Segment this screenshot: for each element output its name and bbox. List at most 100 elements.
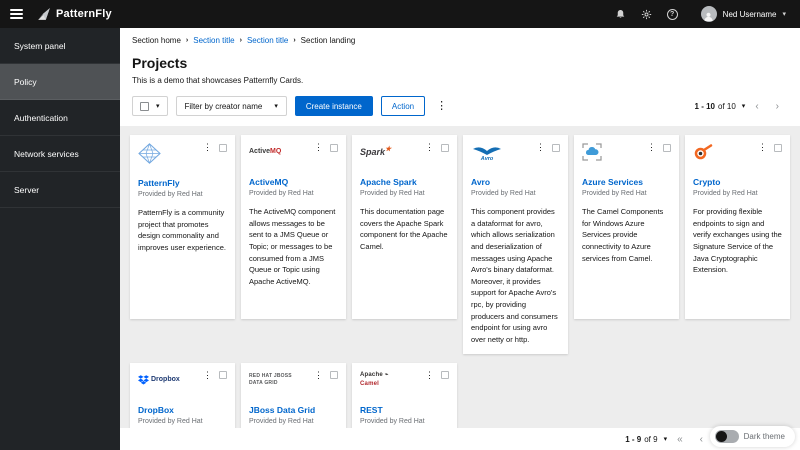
breadcrumb-item[interactable]: › Section title bbox=[240, 36, 289, 45]
page-header: › Section home › Section title › Section… bbox=[120, 28, 800, 126]
card-title-link[interactable]: JBoss Data Grid bbox=[249, 405, 338, 415]
card-kebab-menu-icon[interactable]: ⋮ bbox=[203, 143, 212, 152]
card-checkbox[interactable] bbox=[219, 371, 227, 379]
breadcrumb-separator-icon: › bbox=[239, 37, 242, 44]
card-kebab-menu-icon[interactable]: ⋮ bbox=[758, 143, 767, 152]
card-provider: Provided by Red Hat bbox=[693, 190, 758, 197]
card-gallery: ⋮ PatternFly Provided by Red Hat Pattern… bbox=[120, 126, 800, 428]
spark-logo: Spark★ bbox=[360, 146, 392, 158]
card-provider: Provided by Red Hat bbox=[138, 191, 203, 198]
card-checkbox[interactable] bbox=[441, 143, 449, 152]
sidebar-item[interactable]: Policy bbox=[0, 64, 120, 100]
first-page-button[interactable]: « bbox=[670, 434, 690, 445]
masthead: PatternFly ? Ned Username ▾ bbox=[0, 0, 800, 28]
chevron-down-icon: ▾ bbox=[274, 103, 278, 110]
project-card: Dropbox ⋮ DropBox Provided by Red Hat Th… bbox=[130, 362, 235, 428]
card-provider: Provided by Red Hat bbox=[582, 190, 647, 197]
theme-switcher: Dark theme bbox=[709, 426, 795, 447]
avro-logo: Avro bbox=[471, 143, 503, 161]
card-title-link[interactable]: Azure Services bbox=[582, 177, 671, 187]
pagination-total: of 10 bbox=[718, 101, 736, 111]
card-provider: Provided by Red Hat bbox=[249, 190, 314, 197]
card-checkbox[interactable] bbox=[552, 143, 560, 152]
dark-theme-toggle[interactable] bbox=[714, 430, 739, 443]
avatar bbox=[700, 6, 717, 22]
card-title-link[interactable]: PatternFly bbox=[138, 178, 227, 188]
next-page-button[interactable]: › bbox=[769, 101, 786, 112]
card-kebab-menu-icon[interactable]: ⋮ bbox=[425, 370, 434, 380]
toolbar: ▾ Filter by creator name ▾ Create instan… bbox=[132, 96, 786, 116]
card-kebab-menu-icon[interactable]: ⋮ bbox=[314, 143, 323, 152]
chevron-down-icon: ▾ bbox=[782, 11, 786, 18]
card-description: For providing flexible endpoints to sign… bbox=[693, 207, 782, 275]
pagination-menu-toggle[interactable]: ▾ bbox=[664, 435, 668, 443]
card-kebab-menu-icon[interactable]: ⋮ bbox=[647, 143, 656, 152]
card-checkbox[interactable] bbox=[441, 371, 449, 379]
card-checkbox[interactable] bbox=[330, 371, 338, 379]
jboss-logo: RED HAT JBOSS DATA GRID bbox=[249, 372, 292, 386]
filter-dropdown-label: Filter by creator name bbox=[184, 101, 263, 111]
project-card: ActiveMQ ⋮ ActiveMQ Provided by Red Hat … bbox=[241, 135, 346, 319]
pagination-range: 1 - 9 bbox=[625, 434, 642, 444]
gear-icon[interactable] bbox=[641, 9, 652, 20]
brand-logo: PatternFly bbox=[37, 7, 112, 21]
previous-page-button[interactable]: ‹ bbox=[748, 101, 765, 112]
card-provider: Provided by Red Hat bbox=[471, 190, 536, 197]
bottom-pagination: 1 - 9 of 9 ▾ « ‹ bbox=[625, 434, 710, 445]
help-icon[interactable]: ? bbox=[666, 8, 678, 20]
project-card: ⋮ PatternFly Provided by Red Hat Pattern… bbox=[130, 135, 235, 319]
project-card: ⋮ Crypto Provided by Red Hat For providi… bbox=[685, 135, 790, 319]
card-title-link[interactable]: DropBox bbox=[138, 405, 227, 415]
card-provider: Provided by Red Hat bbox=[360, 190, 425, 197]
project-card: ⋮ Azure Services Provided by Red Hat The… bbox=[574, 135, 679, 319]
action-button[interactable]: Action bbox=[380, 96, 426, 116]
activemq-logo: ActiveMQ bbox=[249, 148, 282, 156]
sidebar-item[interactable]: Server bbox=[0, 172, 120, 208]
pagination-range: 1 - 10 bbox=[694, 101, 715, 111]
create-instance-button[interactable]: Create instance bbox=[294, 96, 373, 116]
project-card: RED HAT JBOSS DATA GRID ⋮ JBoss Data Grid… bbox=[241, 362, 346, 428]
card-kebab-menu-icon[interactable]: ⋮ bbox=[314, 370, 323, 380]
main-content: › Section home › Section title › Section… bbox=[120, 28, 800, 450]
project-card: Avro ⋮ Avro Provided by Red Hat This com… bbox=[463, 135, 568, 354]
azure-logo bbox=[582, 143, 602, 161]
card-kebab-menu-icon[interactable]: ⋮ bbox=[536, 143, 545, 152]
user-menu[interactable]: Ned Username ▾ bbox=[700, 6, 786, 22]
bottom-pagination-bar: 1 - 9 of 9 ▾ « ‹ bbox=[120, 428, 800, 450]
sidebar-item[interactable]: Authentication bbox=[0, 100, 120, 136]
sidebar-item-label: Server bbox=[14, 184, 40, 195]
filter-dropdown[interactable]: Filter by creator name ▾ bbox=[175, 96, 287, 116]
sidebar-item-label: Policy bbox=[14, 76, 37, 87]
card-checkbox[interactable] bbox=[219, 143, 227, 152]
card-description: The ActiveMQ component allows messages t… bbox=[249, 207, 336, 286]
project-card: Apache ⌁ Camel ⋮ REST Provided by Red Hat… bbox=[352, 362, 457, 428]
pagination-menu-toggle[interactable]: ▾ bbox=[742, 102, 746, 110]
previous-page-button[interactable]: ‹ bbox=[693, 434, 710, 445]
sidebar-nav: System panel Policy Authentication Netwo… bbox=[0, 28, 120, 450]
card-title-link[interactable]: Apache Spark bbox=[360, 177, 449, 187]
crypto-logo bbox=[693, 143, 713, 161]
card-title-link[interactable]: Crypto bbox=[693, 177, 782, 187]
card-kebab-menu-icon[interactable]: ⋮ bbox=[203, 370, 212, 380]
nav-toggle-hamburger-icon[interactable] bbox=[10, 9, 23, 19]
sidebar-item[interactable]: Network services bbox=[0, 136, 120, 172]
breadcrumb-item: › Section home bbox=[132, 36, 181, 45]
card-checkbox[interactable] bbox=[663, 143, 671, 152]
card-title-link[interactable]: Avro bbox=[471, 177, 560, 187]
card-title-link[interactable]: ActiveMQ bbox=[249, 177, 338, 187]
patternfly-logo bbox=[138, 143, 161, 164]
camel-logo: Apache ⌁ Camel bbox=[360, 372, 389, 387]
bulk-select-checkbox[interactable] bbox=[140, 101, 149, 111]
dropbox-logo: Dropbox bbox=[138, 371, 180, 389]
bell-icon[interactable] bbox=[615, 9, 626, 20]
breadcrumb: › Section home › Section title › Section… bbox=[132, 36, 786, 45]
breadcrumb-item[interactable]: › Section title bbox=[186, 36, 235, 45]
sidebar-item[interactable]: System panel bbox=[0, 28, 120, 64]
breadcrumb-item: › Section landing bbox=[293, 36, 356, 45]
card-checkbox[interactable] bbox=[330, 143, 338, 152]
card-kebab-menu-icon[interactable]: ⋮ bbox=[425, 143, 434, 152]
bulk-select-dropdown[interactable]: ▾ bbox=[132, 96, 168, 116]
card-checkbox[interactable] bbox=[774, 143, 782, 152]
toolbar-kebab-menu[interactable]: ⋮ bbox=[433, 100, 450, 112]
card-title-link[interactable]: REST bbox=[360, 405, 449, 415]
